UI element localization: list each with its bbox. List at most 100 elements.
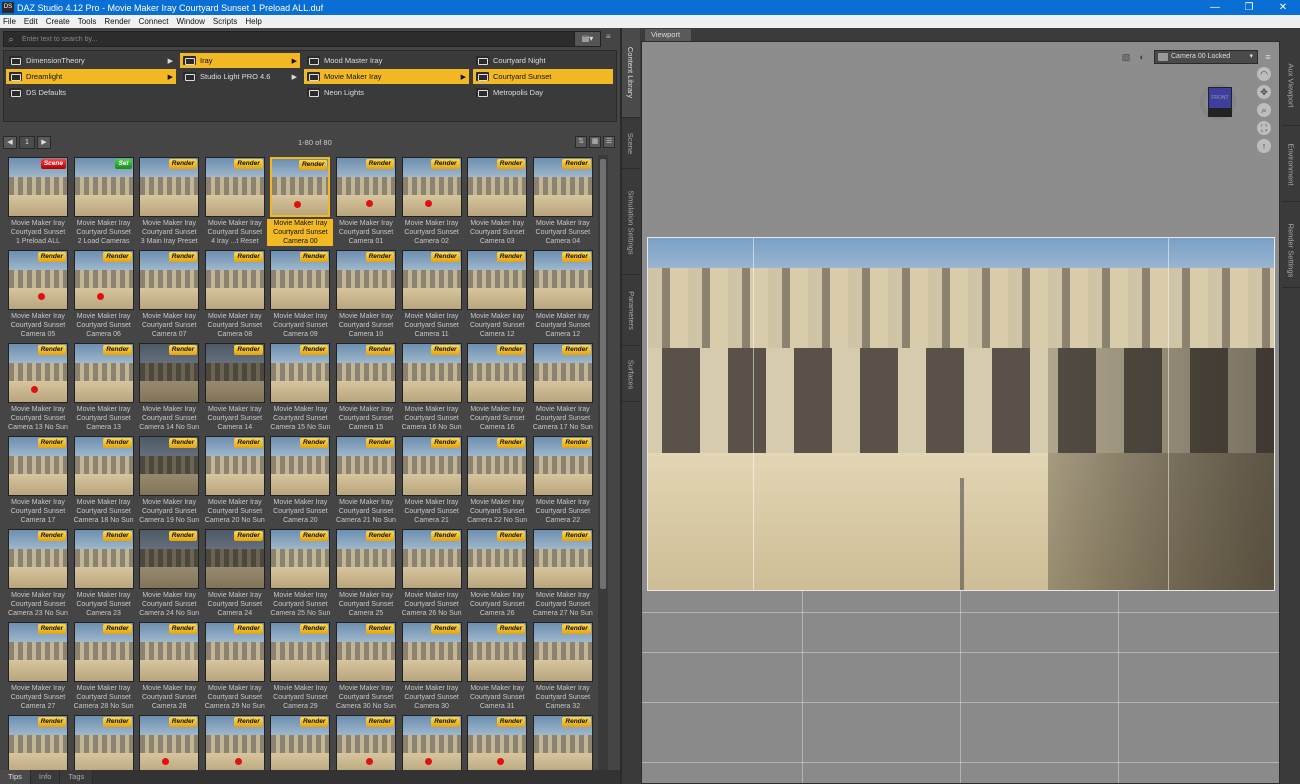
menu-window[interactable]: Window <box>176 17 204 26</box>
tab-scene[interactable]: Scene <box>622 119 640 169</box>
panel-menu-icon[interactable]: ≡ <box>606 32 616 44</box>
grid-view-icon[interactable]: ▦ <box>589 136 601 148</box>
content-tile[interactable]: Render Movie Maker Iray Courtyard Sunset Ca… <box>399 527 463 619</box>
reset-icon[interactable]: ↑ <box>1257 139 1271 153</box>
content-tile[interactable]: Render <box>5 713 69 773</box>
content-tile[interactable]: Render Movie Maker Iray Courtyard Sunset Ca… <box>136 620 200 712</box>
content-tile[interactable]: Render Movie Maker Iray Courtyard Sunset Ca… <box>530 341 594 433</box>
minimize-button[interactable]: — <box>1198 2 1232 13</box>
content-tile[interactable]: Render Movie Maker Iray Courtyard Sunset Ca… <box>71 620 135 712</box>
content-tile[interactable]: Render Movie Maker Iray Courtyard Sunset Ca… <box>530 434 594 526</box>
menu-render[interactable]: Render <box>104 17 130 26</box>
close-button[interactable]: ✕ <box>1266 2 1300 13</box>
pan-icon[interactable]: ✥ <box>1257 85 1271 99</box>
content-tile[interactable]: Render Movie Maker Iray Courtyard Sunset Ca… <box>464 341 528 433</box>
content-tile[interactable]: Render Movie Maker Iray Courtyard Sunset Ca… <box>333 341 397 433</box>
content-tile[interactable]: Render <box>464 713 528 773</box>
content-tile[interactable]: Set Movie Maker Iray Courtyard Sunset 2 Loa… <box>71 155 135 247</box>
tab-simulation-settings[interactable]: Simulation Settings <box>622 170 640 275</box>
content-tile[interactable]: Scene Movie Maker Iray Courtyard Sunset 1 P… <box>5 155 69 247</box>
tab-parameters[interactable]: Parameters <box>622 276 640 346</box>
content-tile[interactable]: Render Movie Maker Iray Courtyard Sunset Ca… <box>399 155 463 247</box>
folder-item[interactable]: Neon Lights <box>304 85 469 100</box>
folder-item[interactable]: Courtyard Night <box>473 53 613 68</box>
content-tile[interactable]: Render Movie Maker Iray Courtyard Sunset Ca… <box>202 248 266 340</box>
content-tile[interactable]: Render Movie Maker Iray Courtyard Sunset Ca… <box>464 527 528 619</box>
view-cube[interactable]: FRONT <box>1200 84 1236 120</box>
lighting-icon[interactable]: ◐ <box>1136 51 1148 63</box>
next-page-button[interactable]: ▶ <box>37 136 51 149</box>
content-tile[interactable]: Render Movie Maker Iray Courtyard Sunset Ca… <box>530 620 594 712</box>
folder-item[interactable]: Mood Master Iray <box>304 53 469 68</box>
scrollbar-thumb[interactable] <box>600 159 606 589</box>
content-tile[interactable]: Render Movie Maker Iray Courtyard Sunset Ca… <box>333 527 397 619</box>
viewport[interactable]: ▧ ◐ Camera 00 Locked ▾ ≡ FRONT ◠ ✥ ⌕ ⛶ ↑ <box>641 41 1280 784</box>
folder-item[interactable]: Studio Light PRO 4.6 ▶ <box>180 69 300 84</box>
content-tile[interactable]: Render Movie Maker Iray Courtyard Sunset Ca… <box>5 248 69 340</box>
content-tile[interactable]: Render Movie Maker Iray Courtyard Sunset Ca… <box>399 434 463 526</box>
content-tile[interactable]: Render Movie Maker Iray Courtyard Sunset Ca… <box>71 341 135 433</box>
menu-tools[interactable]: Tools <box>78 17 97 26</box>
menu-edit[interactable]: Edit <box>24 17 38 26</box>
tab-viewport[interactable]: Viewport <box>645 29 691 41</box>
content-tile[interactable]: Render Movie Maker Iray Courtyard Sunset Ca… <box>267 155 334 247</box>
tab-surfaces[interactable]: Surfaces <box>622 347 640 402</box>
content-tile[interactable]: Render Movie Maker Iray Courtyard Sunset Ca… <box>333 155 397 247</box>
content-tile[interactable]: Render Movie Maker Iray Courtyard Sunset Ca… <box>399 620 463 712</box>
content-tile[interactable]: Render Movie Maker Iray Courtyard Sunset Ca… <box>202 527 266 619</box>
content-tile[interactable]: Render Movie Maker Iray Courtyard Sunset Ca… <box>267 341 331 433</box>
content-tile[interactable]: Render <box>267 713 331 773</box>
content-tile[interactable]: Render Movie Maker Iray Courtyard Sunset Ca… <box>530 527 594 619</box>
folder-item[interactable]: Courtyard Sunset <box>473 69 613 84</box>
content-tile[interactable]: Render Movie Maker Iray Courtyard Sunset 3 … <box>136 155 200 247</box>
content-tile[interactable]: Render Movie Maker Iray Courtyard Sunset Ca… <box>333 620 397 712</box>
orbit-icon[interactable]: ◠ <box>1257 67 1271 81</box>
content-tile[interactable]: Render Movie Maker Iray Courtyard Sunset Ca… <box>267 527 331 619</box>
zoom-icon[interactable]: ⌕ <box>1257 103 1271 117</box>
tab-tips[interactable]: Tips <box>0 770 31 784</box>
content-tile[interactable]: Render Movie Maker Iray Courtyard Sunset Ca… <box>267 434 331 526</box>
tab-info[interactable]: Info <box>30 770 61 784</box>
content-tile[interactable]: Render <box>333 713 397 773</box>
sort-icon[interactable]: ⇅ <box>575 136 587 148</box>
content-tile[interactable]: Render Movie Maker Iray Courtyard Sunset Ca… <box>399 248 463 340</box>
content-tile[interactable]: Render Movie Maker Iray Courtyard Sunset Ca… <box>136 527 200 619</box>
tab-content-library[interactable]: Content Library <box>622 28 640 118</box>
content-tile[interactable]: Render Movie Maker Iray Courtyard Sunset Ca… <box>530 155 594 247</box>
camera-selector[interactable]: Camera 00 Locked ▾ <box>1154 50 1258 64</box>
folder-item[interactable]: Iray ▶ <box>180 53 300 68</box>
menu-help[interactable]: Help <box>245 17 261 26</box>
content-tile[interactable]: Render Movie Maker Iray Courtyard Sunset Ca… <box>136 248 200 340</box>
menu-file[interactable]: File <box>3 17 16 26</box>
folder-item[interactable]: DS Defaults <box>6 85 176 100</box>
database-menu-button[interactable]: ▤▾ <box>574 31 601 47</box>
content-tile[interactable]: Render Movie Maker Iray Courtyard Sunset Ca… <box>5 341 69 433</box>
content-scrollbar[interactable] <box>598 155 608 773</box>
content-tile[interactable]: Render <box>71 713 135 773</box>
folder-item[interactable]: Movie Maker Iray ▶ <box>304 69 469 84</box>
content-tile[interactable]: Render Movie Maker Iray Courtyard Sunset Ca… <box>136 434 200 526</box>
content-tile[interactable]: Render Movie Maker Iray Courtyard Sunset Ca… <box>202 341 266 433</box>
tab-render-settings[interactable]: Render Settings <box>1282 213 1300 288</box>
tab-aux-viewport[interactable]: Aux Viewport <box>1282 46 1300 126</box>
frame-icon[interactable]: ⛶ <box>1257 121 1271 135</box>
maximize-button[interactable]: ❐ <box>1232 2 1266 13</box>
content-tile[interactable]: Render Movie Maker Iray Courtyard Sunset Ca… <box>5 620 69 712</box>
content-tile[interactable]: Render Movie Maker Iray Courtyard Sunset Ca… <box>5 527 69 619</box>
folder-item[interactable]: Metropolis Day <box>473 85 613 100</box>
search-input[interactable] <box>18 32 600 46</box>
content-tile[interactable]: Render Movie Maker Iray Courtyard Sunset Ca… <box>267 248 331 340</box>
viewport-menu-icon[interactable]: ≡ <box>1262 51 1274 63</box>
content-tile[interactable]: Render Movie Maker Iray Courtyard Sunset Ca… <box>5 434 69 526</box>
content-tile[interactable]: Render Movie Maker Iray Courtyard Sunset Ca… <box>71 434 135 526</box>
content-tile[interactable]: Render Movie Maker Iray Courtyard Sunset Ca… <box>333 434 397 526</box>
folder-item[interactable]: DimensionTheory ▶ <box>6 53 176 68</box>
content-tile[interactable]: Render Movie Maker Iray Courtyard Sunset Ca… <box>464 620 528 712</box>
content-tile[interactable]: Render Movie Maker Iray Courtyard Sunset Ca… <box>399 341 463 433</box>
list-view-icon[interactable]: ☰ <box>603 136 615 148</box>
content-tile[interactable]: Render <box>136 713 200 773</box>
menu-scripts[interactable]: Scripts <box>213 17 237 26</box>
content-tile[interactable]: Render Movie Maker Iray Courtyard Sunset 4 … <box>202 155 266 247</box>
content-tile[interactable]: Render <box>399 713 463 773</box>
content-tile[interactable]: Render Movie Maker Iray Courtyard Sunset Ca… <box>71 527 135 619</box>
